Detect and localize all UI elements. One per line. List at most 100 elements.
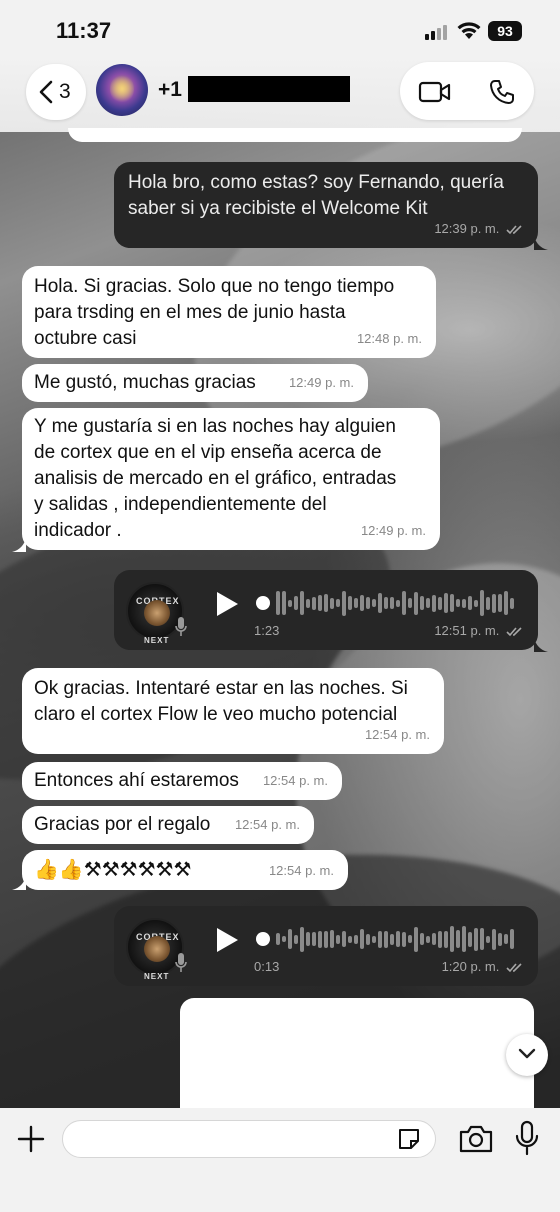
waveform-bar — [300, 926, 304, 952]
camera-icon[interactable] — [458, 1124, 494, 1154]
waveform-bar — [354, 934, 358, 944]
waveform-bar — [390, 597, 394, 609]
chevron-down-icon — [518, 1048, 536, 1059]
video-call-icon[interactable] — [418, 80, 452, 104]
waveform-bar — [366, 933, 370, 945]
waveform-bar — [282, 936, 286, 942]
waveform-bar — [324, 594, 328, 612]
waveform-bar — [444, 930, 448, 948]
message-bubble-incoming[interactable]: 👍👍⚒⚒⚒⚒⚒⚒ 12:54 p. m. — [22, 850, 348, 890]
status-bar: 11:37 93 — [0, 0, 560, 60]
image-message[interactable] — [180, 998, 534, 1110]
message-bubble-incoming[interactable]: Ok gracias. Intentaré estar en las noche… — [22, 668, 444, 754]
message-time: 12:49 p. m. — [360, 523, 426, 538]
waveform-bar — [456, 599, 460, 607]
message-composer — [0, 1108, 560, 1212]
waveform-bar — [336, 599, 340, 607]
voice-message-outgoing[interactable]: CORTEX NEXT 1:23 12:51 p. m. — [114, 570, 538, 650]
waveform-bar — [384, 930, 388, 948]
waveform-bar — [276, 591, 280, 615]
waveform-bar — [498, 594, 502, 612]
waveform-bar — [420, 933, 424, 945]
waveform-bar — [462, 598, 466, 608]
message-time: 12:54 p. m. — [268, 863, 334, 878]
waveform-bar — [342, 590, 346, 616]
double-check-icon — [506, 963, 522, 973]
redacted-block — [188, 76, 350, 102]
waveform-bar — [450, 926, 454, 952]
waveform-bar — [432, 933, 436, 945]
avatar-brand-bottom: NEXT — [144, 972, 170, 981]
message-time: 12:39 p. m. — [434, 221, 500, 236]
waveform-bar — [480, 590, 484, 616]
waveform-bar — [318, 595, 322, 611]
waveform-bar — [438, 596, 442, 610]
waveform-bar — [504, 934, 508, 944]
contact-avatar[interactable] — [96, 64, 148, 116]
waveform-bar — [474, 927, 478, 951]
message-time: 12:54 p. m. — [364, 727, 430, 742]
waveform-bar — [312, 932, 316, 946]
message-meta: 12:51 p. m. — [434, 618, 524, 644]
message-bubble-incoming[interactable]: Me gustó, muchas gracias 12:49 p. m. — [22, 364, 368, 402]
waveform-bar — [372, 935, 376, 943]
chat-header: 3 +1 — [0, 56, 560, 132]
back-button[interactable]: 3 — [26, 64, 86, 120]
waveform-bar — [432, 594, 436, 612]
waveform-bar — [282, 591, 286, 615]
waveform-bar — [360, 595, 364, 611]
waveform-bar — [348, 596, 352, 610]
phone-icon[interactable] — [488, 78, 516, 106]
waveform-bar — [438, 930, 442, 948]
message-text: Ok gracias. Intentaré estar en las noche… — [34, 678, 408, 725]
waveform-bar — [480, 928, 484, 950]
waveform-bar — [468, 931, 472, 947]
voice-waveform[interactable] — [256, 588, 516, 618]
waveform-bar — [462, 926, 466, 952]
waveform-bar — [414, 591, 418, 615]
waveform-bar — [510, 929, 514, 949]
message-bubble-incoming[interactable]: Y me gustaría si en las noches hay algui… — [22, 408, 440, 550]
waveform-bar — [378, 593, 382, 613]
voice-message-outgoing[interactable]: CORTEX NEXT 0:13 1:20 p. m. — [114, 906, 538, 986]
playhead[interactable] — [256, 596, 270, 610]
back-chevron-icon — [39, 80, 53, 104]
message-bubble-incoming[interactable]: Gracias por el regalo 12:54 p. m. — [22, 806, 314, 844]
waveform-bar — [402, 931, 406, 947]
waveform-bar — [492, 928, 496, 950]
waveform-bar — [354, 598, 358, 608]
scroll-to-bottom-button[interactable] — [506, 1034, 548, 1076]
message-input[interactable] — [62, 1120, 436, 1158]
waveform-bar — [306, 598, 310, 608]
waveform-bar — [492, 593, 496, 613]
mic-icon[interactable] — [514, 1120, 540, 1156]
message-time: 12:48 p. m. — [356, 331, 422, 346]
message-bubble-incoming[interactable]: Hola. Si gracias. Solo que no tengo tiem… — [22, 266, 436, 358]
play-icon[interactable] — [214, 926, 240, 954]
waveform-bar — [456, 930, 460, 948]
waveform-bar — [444, 593, 448, 613]
wifi-icon — [457, 22, 481, 39]
waveform-bar — [420, 596, 424, 610]
waveform-bar — [312, 596, 316, 610]
message-bubble-incoming[interactable]: Entonces ahí estaremos 12:54 p. m. — [22, 762, 342, 800]
waveform-bar — [288, 929, 292, 949]
plus-icon[interactable] — [16, 1124, 46, 1154]
bubble-tail — [534, 638, 548, 652]
waveform-bar — [384, 597, 388, 609]
sticker-icon[interactable] — [396, 1126, 422, 1152]
play-icon[interactable] — [214, 590, 240, 618]
waveform-bar — [336, 934, 340, 944]
message-time: 12:49 p. m. — [288, 375, 354, 390]
message-time: 12:51 p. m. — [434, 623, 500, 638]
waveform-bar — [498, 932, 502, 946]
voice-waveform[interactable] — [256, 924, 516, 954]
waveform-bar — [330, 930, 334, 948]
voice-duration: 0:13 — [254, 959, 280, 974]
message-bubble-outgoing[interactable]: Hola bro, como estas? soy Fernando, quer… — [114, 162, 538, 248]
waveform-bar — [306, 932, 310, 946]
playhead[interactable] — [256, 932, 270, 946]
contact-name[interactable]: +1 — [158, 78, 182, 102]
waveform-bar — [504, 591, 508, 615]
lion-logo-icon — [144, 600, 170, 626]
